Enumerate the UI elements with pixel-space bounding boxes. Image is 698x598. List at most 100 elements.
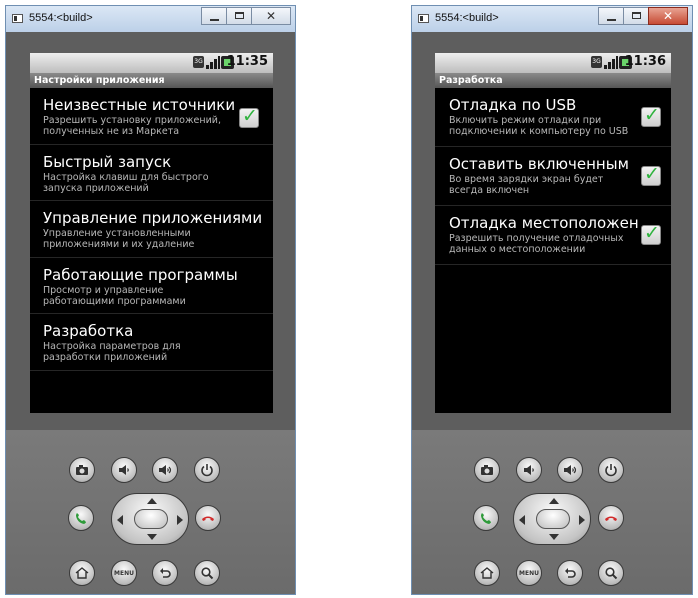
setting-summary: Просмотр и управление работающими програ… (43, 284, 186, 307)
status-bar: 3G 11:36 (435, 53, 671, 73)
call-icon (481, 513, 491, 524)
menu-icon: MENU (114, 569, 134, 577)
end-call-icon (605, 516, 617, 521)
home-icon (480, 567, 494, 579)
end-call-button[interactable] (598, 505, 624, 531)
setting-title: Оставить включенным (449, 155, 629, 173)
window-titlebar[interactable]: 5554:<build> ✕ (412, 6, 692, 32)
setting-summary: Управление установленными приложениями и… (43, 228, 195, 250)
power-icon (605, 464, 617, 477)
close-icon: ✕ (265, 9, 277, 23)
setting-development[interactable]: Разработка Настройка параметров для разр… (30, 314, 273, 371)
power-button[interactable] (194, 457, 220, 483)
maximize-button[interactable] (226, 7, 252, 25)
maximize-button[interactable] (623, 7, 649, 25)
volume-up-button[interactable] (152, 457, 178, 483)
volume-down-button[interactable] (516, 457, 542, 483)
dpad-down-icon[interactable] (147, 534, 157, 540)
home-icon (75, 567, 89, 579)
setting-title: Быстрый запуск (43, 152, 172, 171)
setting-usb-debugging[interactable]: Отладка по USB Включить режим отладки пр… (435, 88, 671, 147)
setting-mock-locations[interactable]: Отладка местоположен Разрешить получение… (435, 206, 671, 265)
dpad[interactable] (111, 493, 189, 545)
emulator-app-icon (12, 14, 23, 23)
dpad-left-icon[interactable] (117, 515, 123, 525)
setting-stay-awake[interactable]: Оставить включенным Во время зарядки экр… (435, 147, 671, 206)
setting-unknown-sources[interactable]: Неизвестные источники Разрешить установк… (30, 88, 273, 145)
search-button[interactable] (598, 560, 624, 586)
dpad-left-icon[interactable] (519, 515, 525, 525)
search-icon (605, 567, 618, 580)
screen-title: Настройки приложения (30, 73, 273, 88)
setting-quick-launch[interactable]: Быстрый запуск Настройка клавиш для быст… (30, 145, 273, 201)
search-button[interactable] (194, 560, 220, 586)
volume-up-button[interactable] (557, 457, 583, 483)
end-call-icon (202, 516, 214, 521)
dpad-center-button[interactable] (536, 509, 570, 529)
setting-title: Разработка (43, 322, 134, 340)
menu-icon: MENU (519, 569, 539, 577)
setting-running-services[interactable]: Работающие программы Просмотр и управлен… (30, 258, 273, 314)
power-button[interactable] (598, 457, 624, 483)
status-time: 11:36 (624, 54, 666, 69)
checkbox-stay-awake[interactable] (641, 163, 661, 186)
setting-title: Отладка по USB (449, 96, 577, 114)
checkbox-usb-debugging[interactable] (641, 104, 661, 127)
screen-title: Разработка (435, 73, 671, 88)
call-icon (76, 513, 86, 524)
volume-down-icon (119, 465, 129, 475)
volume-down-button[interactable] (111, 457, 137, 483)
dpad[interactable] (513, 493, 591, 545)
camera-button[interactable] (474, 457, 500, 483)
window-titlebar[interactable]: 5554:<build> ✕ (6, 6, 295, 32)
maximize-icon (235, 12, 244, 19)
device-screen: 3G 11:35 Настройки приложения Неизвестны… (30, 53, 273, 413)
close-icon: ✕ (662, 9, 674, 23)
emulator-body: 3G 11:35 Настройки приложения Неизвестны… (6, 32, 295, 594)
dpad-right-icon[interactable] (177, 515, 183, 525)
close-button[interactable]: ✕ (251, 7, 291, 25)
back-icon (565, 568, 576, 578)
minimize-icon (607, 19, 616, 21)
setting-title: Отладка местоположен (449, 214, 639, 232)
camera-button[interactable] (69, 457, 95, 483)
dpad-up-icon[interactable] (147, 498, 157, 504)
setting-title: Управление приложениями (43, 209, 263, 227)
camera-icon (481, 465, 493, 475)
checkbox-unknown-sources[interactable] (239, 105, 259, 128)
setting-summary: Настройка клавиш для быстрого запуска пр… (43, 171, 209, 194)
dpad-center-button[interactable] (134, 509, 168, 529)
window-title: 5554:<build> (435, 12, 499, 24)
menu-button[interactable]: MENU (516, 560, 542, 586)
camera-icon (76, 465, 88, 475)
checkbox-mock-locations[interactable] (641, 222, 661, 245)
call-button[interactable] (68, 505, 94, 531)
back-button[interactable] (152, 560, 178, 586)
signal-icon (604, 56, 618, 69)
dpad-down-icon[interactable] (549, 534, 559, 540)
volume-up-icon (159, 465, 172, 475)
emulator-app-icon (418, 14, 429, 23)
status-time: 11:35 (226, 54, 268, 69)
minimize-button[interactable] (201, 7, 227, 25)
home-button[interactable] (474, 560, 500, 586)
minimize-button[interactable] (598, 7, 624, 25)
end-call-button[interactable] (195, 505, 221, 531)
emulator-window-right: 5554:<build> ✕ 3G 11:36 Разработка Отлад… (411, 5, 693, 595)
menu-button[interactable]: MENU (111, 560, 137, 586)
back-button[interactable] (557, 560, 583, 586)
call-button[interactable] (473, 505, 499, 531)
data-3g-icon: 3G (193, 56, 204, 68)
setting-title: Работающие программы (43, 265, 238, 284)
home-button[interactable] (69, 560, 95, 586)
signal-icon (206, 56, 220, 69)
settings-list: Отладка по USB Включить режим отладки пр… (435, 88, 671, 265)
close-button[interactable]: ✕ (648, 7, 688, 25)
volume-up-icon (564, 465, 577, 475)
setting-summary: Разрешить установку приложений, полученн… (43, 115, 221, 137)
setting-manage-applications[interactable]: Управление приложениями Управление устан… (30, 201, 273, 258)
window-title: 5554:<build> (29, 12, 93, 24)
dpad-right-icon[interactable] (579, 515, 585, 525)
dpad-up-icon[interactable] (549, 498, 559, 504)
settings-list: Неизвестные источники Разрешить установк… (30, 88, 273, 371)
